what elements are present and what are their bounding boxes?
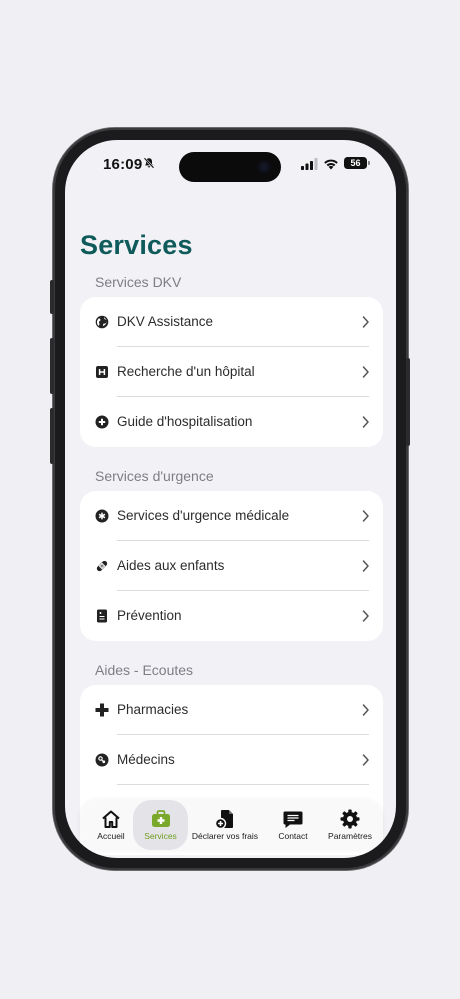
services-dkv-card: DKV Assistance Recherche d'un hôpital Gu [80,297,383,447]
document-icon [97,609,107,623]
chevron-right-icon [362,560,369,572]
chevron-right-icon [362,510,369,522]
chevron-right-icon [362,610,369,622]
list-item-guide-hospitalisation[interactable]: Guide d'hospitalisation [80,397,383,447]
list-item-urgence-medicale[interactable]: Services d'urgence médicale [80,491,383,541]
bandage-icon [96,560,108,572]
action-button [50,280,54,314]
chat-icon [283,811,303,828]
list-item-label: Prévention [117,608,182,623]
cellular-signal-icon [301,158,318,170]
tab-parametres[interactable]: Paramètres [320,800,380,850]
section-header-services-dkv: Services DKV [95,274,182,290]
row-divider [117,784,369,785]
section-header-aides-ecoutes: Aides - Ecoutes [95,662,194,678]
tab-services[interactable]: Services [133,800,188,850]
battery-tip [368,161,370,165]
tab-declarer-frais[interactable]: Déclarer vos frais [190,800,260,850]
asterisk-circle-icon [95,509,109,523]
tab-label: Déclarer vos frais [191,831,259,841]
list-item-label: Pharmacies [117,702,189,717]
tab-label: Contact [278,831,308,841]
list-item-label: DKV Assistance [117,314,214,329]
plus-circle-icon [95,415,109,429]
stage: 16:09 56 Services Services DKV DKV Assis… [0,0,460,999]
list-item-dkv-assistance[interactable]: DKV Assistance [80,297,383,347]
chevron-right-icon [362,316,369,328]
chevron-right-icon [362,754,369,766]
section-header-services-urgence: Services d'urgence [95,468,214,484]
list-item-label: Aides aux enfants [117,558,225,573]
power-button [406,358,410,446]
chevron-right-icon [362,366,369,378]
list-item-label: Services d'urgence médicale [117,508,290,523]
list-item-medecins[interactable]: Médecins [80,735,383,785]
cross-icon [95,703,109,717]
list-item-pharmacies[interactable]: Pharmacies [80,685,383,735]
tab-contact[interactable]: Contact [268,800,318,850]
hospital-icon [96,366,108,378]
add-document-icon [214,810,233,830]
services-urgence-card: Services d'urgence médicale Aides aux en… [80,491,383,641]
doctor-icon [95,753,109,767]
tab-bar: Accueil Services Déclarer vos frais Cont… [80,800,383,850]
chevron-right-icon [362,416,369,428]
medical-kit-icon [151,810,170,827]
dynamic-island [179,152,281,182]
status-time: 16:09 [103,156,143,173]
home-icon [102,810,120,828]
list-item-recherche-hopital[interactable]: Recherche d'un hôpital [80,347,383,397]
gear-icon [340,809,360,829]
battery-level: 56 [344,157,367,169]
page-title: Services [80,230,193,260]
list-item-label: Guide d'hospitalisation [117,414,253,429]
tab-accueil[interactable]: Accueil [86,800,136,850]
status-bar: 16:09 56 [65,140,396,188]
volume-down-button [50,408,54,464]
globe-icon [95,315,109,329]
volume-up-button [50,338,54,394]
tab-label: Services [144,831,177,841]
wifi-icon [324,159,338,170]
chevron-right-icon [362,704,369,716]
list-item-label: Médecins [117,752,175,767]
camera-icon [257,160,271,174]
tab-label: Paramètres [328,831,372,841]
list-item-aides-enfants[interactable]: Aides aux enfants [80,541,383,591]
screen: 16:09 56 Services Services DKV DKV Assis… [65,140,396,858]
silent-bell-icon [143,157,155,169]
tab-label: Accueil [97,831,125,841]
list-item-label: Recherche d'un hôpital [117,364,255,379]
list-item-prevention[interactable]: Prévention [80,591,383,641]
